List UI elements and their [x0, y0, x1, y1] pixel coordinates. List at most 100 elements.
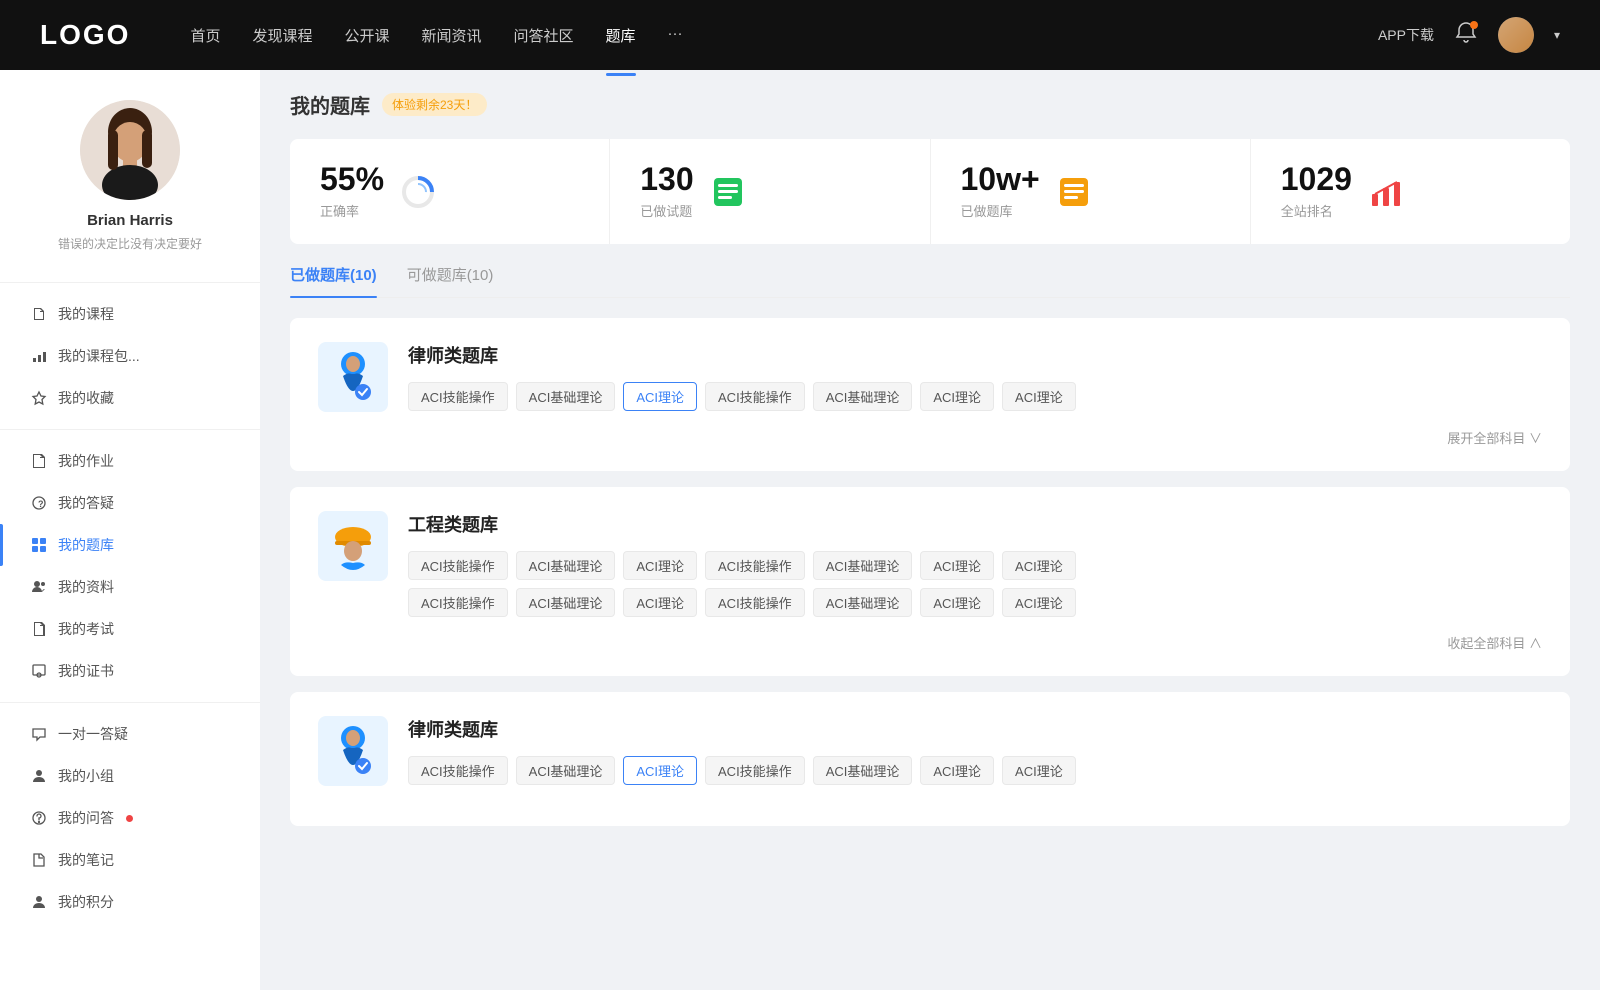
exam-icon [30, 620, 48, 638]
qbank-lawyer-1-tags: ACI技能操作 ACI基础理论 ACI理论 ACI技能操作 ACI基础理论 AC… [408, 382, 1542, 411]
stat-ranking-value: 1029 [1281, 163, 1352, 195]
sidebar-user-motto: 错误的决定比没有决定要好 [58, 235, 202, 252]
qbank-tag[interactable]: ACI理论 [1002, 551, 1076, 580]
header-right-section: APP下载 ▾ [1378, 17, 1560, 53]
bar-chart-icon [30, 347, 48, 365]
tabs-row: 已做题库(10) 可做题库(10) [290, 264, 1570, 298]
qbank-tag[interactable]: ACI理论 [1002, 588, 1076, 617]
donut-chart-icon [400, 174, 436, 210]
notification-dot [1470, 21, 1478, 29]
profile-avatar-svg [80, 100, 180, 200]
qbank-tag[interactable]: ACI理论 [920, 382, 994, 411]
qbank-tag[interactable]: ACI技能操作 [705, 588, 805, 617]
tab-available-banks[interactable]: 可做题库(10) [407, 264, 494, 297]
nav-opencourse[interactable]: 公开课 [344, 21, 389, 50]
sidebar-item-my-certificate[interactable]: 我的证书 [0, 650, 260, 692]
qbank-lawyer-1-title: 律师类题库 [408, 342, 1542, 368]
trial-badge: 体验剩余23天！ [382, 93, 487, 116]
main-layout: Brian Harris 错误的决定比没有决定要好 我的课程 我的课程包... [0, 70, 1600, 990]
group-icon [30, 767, 48, 785]
sidebar-item-my-points[interactable]: 我的积分 [0, 881, 260, 923]
person-icon [30, 893, 48, 911]
qbank-tag[interactable]: ACI理论 [920, 588, 994, 617]
nav-news[interactable]: 新闻资讯 [422, 21, 482, 50]
sidebar-item-my-questionbank[interactable]: 我的题库 [0, 524, 260, 566]
qbank-tag[interactable]: ACI理论 [1002, 756, 1076, 785]
sidebar-profile: Brian Harris 错误的决定比没有决定要好 [0, 100, 260, 272]
qbank-tag[interactable]: ACI技能操作 [408, 756, 508, 785]
qbank-tag[interactable]: ACI技能操作 [408, 551, 508, 580]
sidebar-divider-top [0, 282, 260, 283]
sidebar-item-one-on-one[interactable]: 一对一答疑 [0, 713, 260, 755]
qbank-tag[interactable]: ACI基础理论 [813, 382, 913, 411]
sidebar-label-favorites: 我的收藏 [58, 388, 114, 408]
sidebar-item-homework[interactable]: 我的作业 [0, 440, 260, 482]
chat-icon [30, 725, 48, 743]
qbank-tag[interactable]: ACI理论 [623, 551, 697, 580]
sidebar-item-course-package[interactable]: 我的课程包... [0, 335, 260, 377]
qbank-card-engineer: 工程类题库 ACI技能操作 ACI基础理论 ACI理论 ACI技能操作 ACI基… [290, 487, 1570, 676]
nav-more[interactable]: ··· [668, 21, 683, 50]
expand-all-link[interactable]: 展开全部科目 ∨ [1447, 428, 1542, 447]
sidebar-label-my-exam: 我的考试 [58, 619, 114, 639]
sidebar-item-my-questions[interactable]: 我的问答 [0, 797, 260, 839]
sidebar-label-my-certificate: 我的证书 [58, 661, 114, 681]
stat-banks-label: 已做题库 [961, 201, 1040, 220]
user-menu-chevron[interactable]: ▾ [1554, 28, 1560, 42]
qbank-tag[interactable]: ACI技能操作 [705, 756, 805, 785]
qbank-tag[interactable]: ACI基础理论 [813, 588, 913, 617]
question-circle-icon: ? [30, 494, 48, 512]
sidebar-item-my-group[interactable]: 我的小组 [0, 755, 260, 797]
qbank-card-lawyer-2: 律师类题库 ACI技能操作 ACI基础理论 ACI理论 ACI技能操作 ACI基… [290, 692, 1570, 826]
nav-questionbank[interactable]: 题库 [606, 21, 636, 50]
qbank-tag[interactable]: ACI技能操作 [705, 382, 805, 411]
qbank-tag[interactable]: ACI基础理论 [516, 551, 616, 580]
avatar-image [1498, 17, 1534, 53]
nav-discover[interactable]: 发现课程 [252, 21, 312, 50]
sidebar-label-my-points: 我的积分 [58, 892, 114, 912]
nav-home[interactable]: 首页 [190, 21, 220, 50]
homework-icon [30, 452, 48, 470]
qbank-tag[interactable]: ACI理论 [920, 551, 994, 580]
sidebar-label-one-on-one: 一对一答疑 [58, 724, 128, 744]
tab-done-banks[interactable]: 已做题库(10) [290, 264, 377, 297]
user-avatar[interactable] [1498, 17, 1534, 53]
sidebar-menu: 我的课程 我的课程包... 我的收藏 我的作业 [0, 293, 260, 923]
sidebar-item-my-course[interactable]: 我的课程 [0, 293, 260, 335]
qbank-tag[interactable]: ACI基础理论 [516, 756, 616, 785]
sidebar-label-my-notes: 我的笔记 [58, 850, 114, 870]
qbank-tag-active[interactable]: ACI理论 [623, 756, 697, 785]
sidebar-item-my-exam[interactable]: 我的考试 [0, 608, 260, 650]
qbank-card-lawyer-1: 律师类题库 ACI技能操作 ACI基础理论 ACI理论 ACI技能操作 ACI基… [290, 318, 1570, 471]
qbank-tag[interactable]: ACI技能操作 [408, 382, 508, 411]
nav-qa[interactable]: 问答社区 [514, 21, 574, 50]
app-download-link[interactable]: APP下载 [1378, 25, 1434, 45]
qbank-tag[interactable]: ACI理论 [920, 756, 994, 785]
qbank-tag[interactable]: ACI基础理论 [516, 588, 616, 617]
qbank-lawyer-2-title: 律师类题库 [408, 716, 1542, 742]
qbank-tag[interactable]: ACI理论 [623, 588, 697, 617]
list-yellow-icon [1056, 174, 1092, 210]
qbank-tag[interactable]: ACI技能操作 [705, 551, 805, 580]
qbank-tag[interactable]: ACI基础理论 [813, 756, 913, 785]
collapse-all-link[interactable]: 收起全部科目 ∧ [1447, 633, 1542, 652]
notification-bell[interactable] [1454, 21, 1478, 50]
qbank-tag[interactable]: ACI技能操作 [408, 588, 508, 617]
question-mark-icon [30, 809, 48, 827]
qbank-engineer-title: 工程类题库 [408, 511, 1542, 537]
sidebar-label-my-qa: 我的答疑 [58, 493, 114, 513]
stat-done-value: 130 [640, 163, 693, 195]
qbank-tag[interactable]: ACI理论 [1002, 382, 1076, 411]
sidebar-item-my-data[interactable]: 我的资料 [0, 566, 260, 608]
qbank-tag[interactable]: ACI基础理论 [813, 551, 913, 580]
qbank-tag-active[interactable]: ACI理论 [623, 382, 697, 411]
qbank-tag[interactable]: ACI基础理论 [516, 382, 616, 411]
questions-badge [126, 815, 133, 822]
main-nav: 首页 发现课程 公开课 新闻资讯 问答社区 题库 ··· [190, 21, 1378, 50]
sidebar-label-my-data: 我的资料 [58, 577, 114, 597]
star-icon [30, 389, 48, 407]
engineer-icon [327, 517, 379, 575]
sidebar-item-my-qa[interactable]: ? 我的答疑 [0, 482, 260, 524]
sidebar-item-favorites[interactable]: 我的收藏 [0, 377, 260, 419]
sidebar-item-my-notes[interactable]: 我的笔记 [0, 839, 260, 881]
